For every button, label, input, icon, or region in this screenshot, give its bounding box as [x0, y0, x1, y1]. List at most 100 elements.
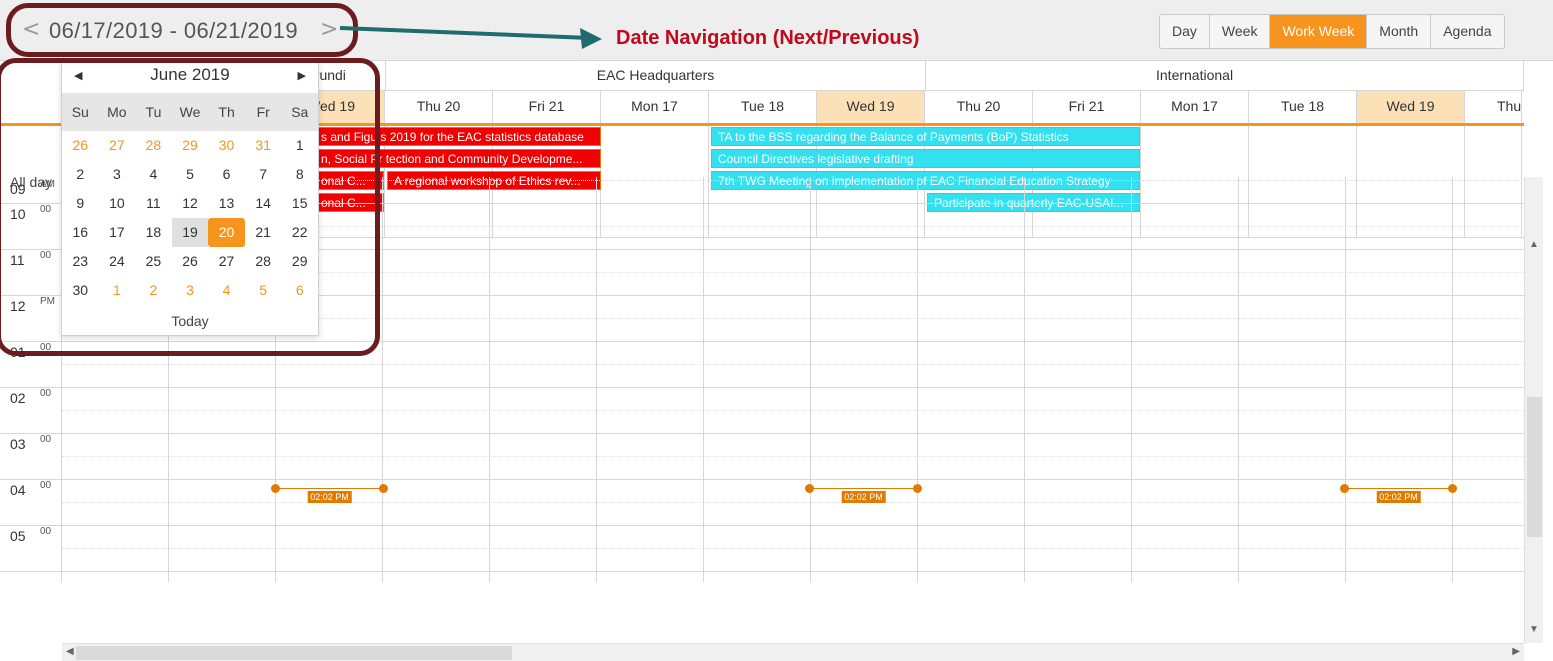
- calendar-day[interactable]: 29: [281, 247, 318, 276]
- day-header[interactable]: Thu 20: [925, 91, 1033, 123]
- calendar-day[interactable]: 24: [99, 247, 136, 276]
- time-hour-label: 10: [10, 206, 26, 222]
- calendar-day[interactable]: 29: [172, 131, 209, 160]
- current-time-indicator: 02:02 PM: [805, 484, 922, 503]
- scroll-left-icon[interactable]: ◀: [66, 646, 74, 657]
- calendar-day[interactable]: 2: [135, 276, 172, 305]
- scroll-up-icon[interactable]: ▲: [1525, 239, 1543, 250]
- calendar-day[interactable]: 5: [245, 276, 282, 305]
- today-button[interactable]: Today: [62, 313, 318, 329]
- event-red[interactable]: s and Figu s 2019 for the EAC statistics…: [314, 127, 601, 146]
- calendar-day[interactable]: 27: [208, 247, 245, 276]
- calendar-day[interactable]: 17: [99, 218, 136, 247]
- scroll-down-icon[interactable]: ▼: [1525, 624, 1543, 635]
- event-cyan[interactable]: TA to the BSS regarding the Balance of P…: [711, 127, 1140, 146]
- calendar-day[interactable]: 1: [99, 276, 136, 305]
- day-header[interactable]: Mon 17: [601, 91, 709, 123]
- calendar-day-current[interactable]: 19: [171, 218, 209, 247]
- day-header[interactable]: Mon 17: [1141, 91, 1249, 123]
- day-header-today[interactable]: Wed 19: [817, 91, 925, 123]
- calendar-day[interactable]: 11: [135, 189, 172, 218]
- calendar-day[interactable]: 6: [281, 276, 318, 305]
- view-month-button[interactable]: Month: [1367, 15, 1432, 48]
- time-grid-column[interactable]: [383, 177, 490, 582]
- view-agenda-button[interactable]: Agenda: [1431, 15, 1503, 48]
- view-switcher: Day Week Work Week Month Agenda: [1159, 14, 1505, 49]
- calendar-day[interactable]: 12: [172, 189, 209, 218]
- calendar-day[interactable]: 21: [245, 218, 282, 247]
- vertical-scroll-thumb[interactable]: [1527, 397, 1542, 537]
- time-hour-label: 02: [10, 390, 26, 406]
- calendar-day[interactable]: 28: [135, 131, 172, 160]
- calendar-day[interactable]: 28: [245, 247, 282, 276]
- calendar-day[interactable]: 8: [281, 160, 318, 189]
- calendar-day[interactable]: 22: [281, 218, 318, 247]
- calendar-day[interactable]: 13: [208, 189, 245, 218]
- time-grid-column[interactable]: [1346, 177, 1453, 582]
- event-red[interactable]: n, Social Pr tection and Community Devel…: [314, 149, 601, 168]
- vertical-scrollbar[interactable]: ▲ ▼: [1524, 177, 1543, 643]
- day-header[interactable]: Thu 20: [385, 91, 493, 123]
- time-slot: 03 00: [0, 434, 61, 480]
- calendar-day[interactable]: 16: [62, 218, 99, 247]
- calendar-day[interactable]: 4: [135, 160, 172, 189]
- calendar-day[interactable]: 5: [172, 160, 209, 189]
- calendar-day[interactable]: 3: [99, 160, 136, 189]
- calendar-day[interactable]: 26: [172, 247, 209, 276]
- time-minute-label: 00: [40, 204, 52, 215]
- time-slot: 11 00: [0, 250, 61, 296]
- time-grid-column[interactable]: [918, 177, 1025, 582]
- time-hour-label: 11: [10, 252, 25, 268]
- calendar-day[interactable]: 30: [62, 276, 99, 305]
- view-work-week-button[interactable]: Work Week: [1270, 15, 1368, 48]
- calendar-day[interactable]: 2: [62, 160, 99, 189]
- calendar-day[interactable]: 18: [135, 218, 172, 247]
- time-grid-column[interactable]: [597, 177, 704, 582]
- calendar-day[interactable]: 6: [208, 160, 245, 189]
- resource-header: EAC Headquarters: [386, 61, 926, 91]
- calendar-day[interactable]: 14: [245, 189, 282, 218]
- current-time-indicator: 02:02 PM: [1340, 484, 1457, 503]
- time-minute-label: 00: [40, 388, 52, 399]
- date-picker-title[interactable]: June 2019: [62, 65, 318, 85]
- scroll-right-icon[interactable]: ▶: [1512, 646, 1520, 657]
- calendar-day-selected[interactable]: 20: [208, 218, 245, 247]
- horizontal-scroll-thumb[interactable]: [76, 646, 512, 660]
- calendar-day[interactable]: 23: [62, 247, 99, 276]
- current-time-label: 02:02 PM: [841, 491, 886, 503]
- day-header[interactable]: Tue 18: [709, 91, 817, 123]
- calendar-day[interactable]: 3: [172, 276, 209, 305]
- calendar-day[interactable]: 30: [208, 131, 245, 160]
- calendar-day[interactable]: 27: [99, 131, 136, 160]
- time-grid-column[interactable]: [811, 177, 918, 582]
- weekday-label: Fr: [256, 104, 270, 120]
- annotation-label: Date Navigation (Next/Previous): [616, 27, 920, 49]
- day-header[interactable]: Tue 18: [1249, 91, 1357, 123]
- weekday-label: Th: [218, 104, 235, 120]
- next-month-icon[interactable]: ▶: [298, 69, 306, 82]
- calendar-day[interactable]: 4: [208, 276, 245, 305]
- horizontal-scrollbar[interactable]: ◀ ▶: [62, 643, 1524, 661]
- calendar-day[interactable]: 26: [62, 131, 99, 160]
- day-header-today[interactable]: Wed 19: [1357, 91, 1465, 123]
- time-grid-column[interactable]: [1025, 177, 1132, 582]
- time-grid-column[interactable]: [704, 177, 811, 582]
- time-grid-column[interactable]: [490, 177, 597, 582]
- calendar-day[interactable]: 7: [245, 160, 282, 189]
- day-header[interactable]: Thu: [1465, 91, 1523, 123]
- view-week-button[interactable]: Week: [1210, 15, 1271, 48]
- calendar-day[interactable]: 31: [245, 131, 282, 160]
- time-grid-column[interactable]: [1132, 177, 1239, 582]
- calendar-day[interactable]: 10: [99, 189, 136, 218]
- event-cyan[interactable]: Council Directives legislative drafting: [711, 149, 1140, 168]
- calendar-day[interactable]: 25: [135, 247, 172, 276]
- time-grid-column[interactable]: [1453, 177, 1524, 582]
- day-header[interactable]: Fri 21: [493, 91, 601, 123]
- day-header[interactable]: Fri 21: [1033, 91, 1141, 123]
- time-grid-column[interactable]: [1239, 177, 1346, 582]
- annotation-arrow-icon: [340, 26, 602, 49]
- calendar-day[interactable]: 1: [281, 131, 318, 160]
- calendar-day[interactable]: 9: [62, 189, 99, 218]
- view-day-button[interactable]: Day: [1160, 15, 1210, 48]
- calendar-day[interactable]: 15: [281, 189, 318, 218]
